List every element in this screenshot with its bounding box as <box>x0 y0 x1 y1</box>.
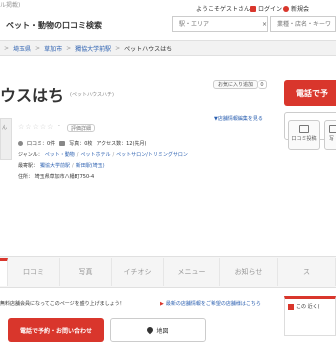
rating-stars: ☆ ☆ ☆ ☆ ☆ <box>18 123 53 131</box>
breadcrumb-current: ペットハウスはち <box>124 45 173 53</box>
star-icon: ☆ <box>39 123 47 131</box>
station-label: 最寄駅： <box>18 163 39 169</box>
notice-row: 無料店舗会員になってこのページを盛り上げましょう！ <box>0 300 125 307</box>
house-icon <box>288 303 294 310</box>
bottom-map-label: 地図 <box>156 327 169 335</box>
review-icon <box>18 141 23 146</box>
arrow-icon: ▶ <box>160 300 164 307</box>
phone-reserve-button[interactable]: 電話で予 <box>284 80 336 106</box>
station-link[interactable]: 新田駅(埼玉) <box>76 162 105 169</box>
genre-link[interactable]: ペットホテル <box>80 151 110 158</box>
notice-link[interactable]: 最新の店舗情報をご希望の店舗様はこちら <box>166 300 261 307</box>
tab-reviews[interactable]: 口コミ <box>8 258 60 286</box>
star-icon: ☆ <box>32 123 39 131</box>
star-icon: ☆ <box>25 123 32 131</box>
favorite-group: お気に入り追加 0 <box>213 80 268 89</box>
notice-link-row: ▶ 最新の店舗情報をご希望の店舗様はこちら <box>160 300 261 308</box>
review-post-button[interactable]: 口コミ投稿 <box>288 120 320 150</box>
edit-info-link[interactable]: ▼店舗情報編集を見る <box>214 115 263 122</box>
camera-icon <box>59 141 66 146</box>
access-count: アクセス数：12(先月) <box>96 141 147 147</box>
nearby-header: この 近く( <box>285 299 335 314</box>
breadcrumb-item[interactable]: 獨協大学前駅 <box>75 44 111 53</box>
star-icon: ☆ <box>47 123 54 131</box>
tab-more[interactable]: ス <box>278 258 336 286</box>
login-link[interactable]: ログイン <box>250 4 282 13</box>
bottom-phone-button[interactable]: 電話で予約・お問い合わせ <box>8 318 104 342</box>
breadcrumb-separator: > <box>35 44 41 52</box>
breadcrumb-item[interactable]: 草加市 <box>44 44 62 53</box>
star-icon: ☆ <box>18 123 25 131</box>
phone-reserve-label: 電話で予 <box>296 88 328 98</box>
review-post-icon <box>299 125 309 133</box>
nearby-title: この 近く( <box>296 304 320 310</box>
map-pin-icon <box>146 325 155 335</box>
favorite-count: 0 <box>258 80 268 89</box>
login-label: ログイン <box>258 6 283 13</box>
rating-dash: - <box>58 123 60 129</box>
area-input[interactable] <box>172 16 268 32</box>
plus-icon: × <box>262 21 268 28</box>
address: 住所： 埼玉県草加市八幡町750-4 <box>18 174 95 180</box>
login-icon <box>250 5 256 12</box>
register-label: 新規会 <box>291 6 310 13</box>
breadcrumb-prefix: > <box>4 44 10 52</box>
photo-label: ん <box>2 125 8 131</box>
tab-top[interactable] <box>0 258 8 286</box>
welcome-text: ようこそゲストさん <box>196 6 251 13</box>
genre-row: ジャンル： ペット・動物 / ペットホテル / ペットサロン/トリミングサロン <box>18 151 188 159</box>
register-link[interactable]: 新規会 <box>283 4 309 13</box>
breadcrumb-separator: > <box>115 44 121 52</box>
keyword-input[interactable] <box>270 16 336 32</box>
shop-kana: (ペットハウスハチ) <box>70 92 114 98</box>
stats-row: 口コミ：0件 写真：0枚 アクセス数：12(先月) <box>18 140 146 147</box>
nearby-panel: この 近く( <box>284 296 336 336</box>
review-count: 口コミ：0件 <box>27 141 56 147</box>
register-icon <box>283 5 289 12</box>
station-link[interactable]: 獨協大学前駅 <box>40 162 70 169</box>
tab-menu[interactable]: メニュー <box>164 258 220 286</box>
breadcrumb: > 埼玉県 > 草加市 > 獨協大学前駅 > ペットハウスはち <box>0 40 336 56</box>
bottom-phone-label: 電話で予約・お問い合わせ <box>19 327 92 335</box>
bottom-map-button[interactable]: 地図 <box>110 318 206 342</box>
user-bar: ようこそゲストさん <box>196 4 250 13</box>
photo-post-icon <box>329 125 336 133</box>
genre-link[interactable]: ペットサロン/トリミングサロン <box>116 151 188 158</box>
tab-photos[interactable]: 写真 <box>60 258 112 286</box>
genre-link[interactable]: ペット・動物 <box>45 151 75 158</box>
shop-name: ウスはち <box>0 86 65 105</box>
tab-recommend[interactable]: イチオシ <box>112 258 164 286</box>
breadcrumb-item[interactable]: 埼玉県 <box>13 44 31 53</box>
site-title[interactable]: ペット・動物の口コミ検索 <box>6 20 102 31</box>
rating-score: - <box>58 123 60 129</box>
photo-post-label: 写 <box>329 136 335 142</box>
breadcrumb-separator: > <box>66 44 72 52</box>
photo-post-button[interactable]: 写 <box>324 120 336 150</box>
notice-text: 無料店舗会員になってこのページを盛り上げましょう！ <box>0 301 125 307</box>
top-fragment: ル掲載) <box>0 2 21 9</box>
station-row: 最寄駅： 獨協大学前駅 / 新田駅(埼玉) <box>18 162 105 170</box>
favorite-button[interactable]: お気に入り追加 <box>213 80 259 89</box>
rating-detail-button[interactable]: 評価詳細 <box>67 124 96 132</box>
review-post-label: 口コミ投稿 <box>291 136 317 142</box>
genre-label: ジャンル： <box>18 152 43 158</box>
photo-count: 写真：0枚 <box>69 141 93 147</box>
tab-news[interactable]: お知らせ <box>220 258 278 286</box>
